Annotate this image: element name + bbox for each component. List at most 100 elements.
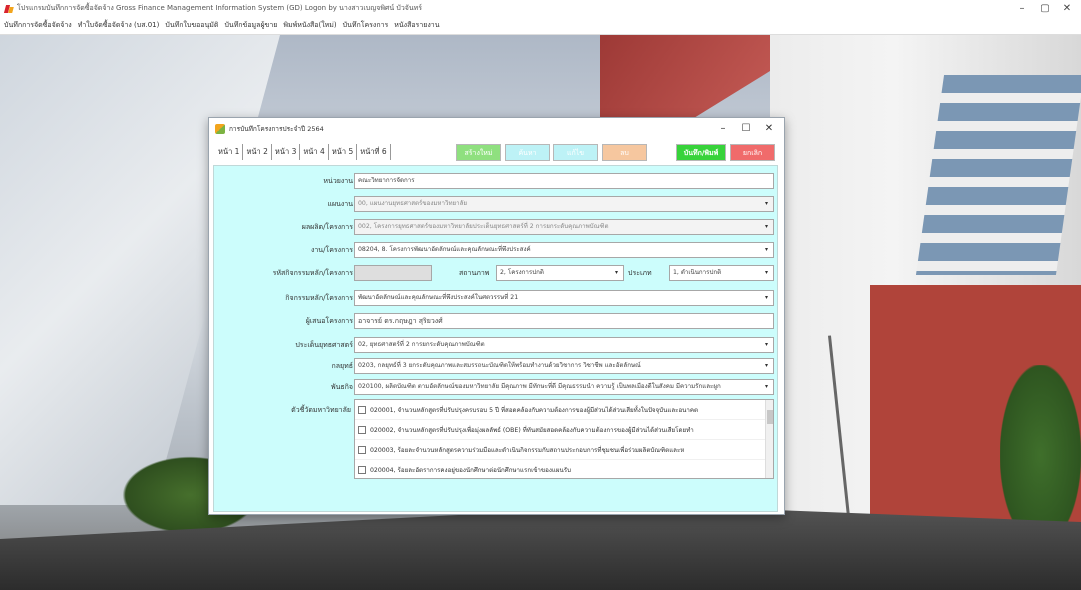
checkbox[interactable] — [358, 465, 366, 474]
row-activity-code: รหัสกิจกรรมหลัก/โครงการ สถานภาพ 2, โครงก… — [214, 265, 779, 281]
tab-page-6[interactable]: หน้าที่ 6 — [357, 144, 391, 160]
chevron-down-icon: ▾ — [765, 362, 769, 369]
dialog-title: การบันทึกโครงการประจำปี 2564 — [229, 125, 324, 133]
tactic-value: 0203, กลยุทธ์ที่ 3 ยกระดับคุณภาพและสมรรถ… — [358, 362, 641, 369]
chevron-down-icon: ▾ — [765, 294, 769, 301]
indicator-text: 020001, จำนวนหลักสูตรที่ปรับปรุงครบรอบ 5… — [370, 406, 699, 414]
app-logo-icon — [4, 4, 14, 14]
menu-item-approval[interactable]: บันทึกใบขออนุมัติ — [165, 20, 218, 31]
chevron-down-icon: ▾ — [765, 223, 769, 230]
background-tree — [1000, 365, 1081, 545]
tab-page-3[interactable]: หน้า 3 — [272, 144, 301, 160]
row-proposer: ผู้เสนอโครงการ อาจารย์ ดร.กฤษฎา สุริยวงศ… — [214, 313, 779, 329]
save-print-button[interactable]: บันทึก/พิมพ์ — [676, 144, 726, 161]
output-value: 002, โครงการยุทธศาสตร์ของมหาวิทยาลัยประเ… — [358, 223, 609, 230]
main-activity-select[interactable]: พัฒนาอัตลักษณ์และคุณลักษณะที่พึงประสงค์ใ… — [354, 290, 774, 306]
cancel-button[interactable]: ยกเลิก — [730, 144, 775, 161]
row-main-activity: กิจกรรมหลัก/โครงการ พัฒนาอัตลักษณ์และคุณ… — [214, 290, 779, 306]
project-form: หน่วยงาน คณะวิทยาการจัดการ แผนงาน 00, แผ… — [213, 165, 778, 512]
edit-button[interactable]: แก้ไข — [553, 144, 598, 161]
activity-code-field[interactable] — [354, 265, 432, 281]
menu-item-print[interactable]: พิมพ์หนังสือ(ใหม่) — [283, 20, 336, 31]
menu-item-purchase-record[interactable]: บันทึกการจัดซื้อจัดจ้าง — [4, 20, 72, 31]
row-strategy: ประเด็นยุทธศาสตร์ 02, ยุทธศาสตร์ที่ 2 กา… — [214, 337, 779, 353]
strategy-value: 02, ยุทธศาสตร์ที่ 2 การยกระดับคุณภาพบัณฑ… — [358, 341, 485, 348]
search-button[interactable]: ค้นหา — [505, 144, 550, 161]
dialog-titlebar: การบันทึกโครงการประจำปี 2564 – ☐ ✕ — [209, 118, 784, 140]
list-item[interactable]: 020004, ร้อยละอัตราการคงอยู่ของนักศึกษาต… — [355, 460, 773, 478]
proposer-value: อาจารย์ ดร.กฤษฎา สุริยวงศ์ — [358, 317, 443, 325]
unit-field[interactable]: คณะวิทยาการจัดการ — [354, 173, 774, 189]
activity-code-label: รหัสกิจกรรมหลัก/โครงการ — [272, 269, 353, 277]
menu-item-report[interactable]: หนังสือรายงาน — [394, 20, 439, 31]
background-windows — [915, 75, 1081, 275]
dialog-close-icon[interactable]: ✕ — [758, 122, 780, 136]
status-select[interactable]: 2, โครงการปกติ ▾ — [496, 265, 624, 281]
menu-item-vendor[interactable]: บันทึกข้อมูลผู้ขาย — [224, 20, 277, 31]
indicators-label: ตัวชี้วัดมหาวิทยาลัย — [291, 406, 351, 414]
chevron-down-icon: ▾ — [765, 269, 769, 276]
project-label: งาน/โครงการ — [310, 246, 353, 254]
row-mission: พันธกิจ 020100, ผลิตบัณฑิต ตามอัตลักษณ์ข… — [214, 379, 779, 395]
output-label: ผลผลิต/โครงการ — [301, 223, 353, 231]
menubar: บันทึกการจัดซื้อจัดจ้าง ทำใบจัดซื้อจัดจ้… — [0, 17, 1081, 35]
type-value: 1, ดำเนินการปกติ — [673, 269, 722, 276]
list-item[interactable]: 020001, จำนวนหลักสูตรที่ปรับปรุงครบรอบ 5… — [355, 400, 773, 420]
list-item[interactable]: 020002, จำนวนหลักสูตรที่ปรับปรุงเพื่อมุ่… — [355, 420, 773, 440]
chevron-down-icon: ▾ — [765, 246, 769, 253]
type-label: ประเภท — [628, 269, 652, 277]
app-title: โปรแกรมบันทึกการจัดซื้อจัดจ้าง Gross Fin… — [17, 4, 423, 12]
tab-page-5[interactable]: หน้า 5 — [329, 144, 358, 160]
project-select[interactable]: 08204, 8. โครงการพัฒนาอัตลักษณ์และคุณลัก… — [354, 242, 774, 258]
dialog-minimize-icon[interactable]: – — [712, 122, 734, 136]
indicator-text: 020003, ร้อยละจำนวนหลักสูตรความร่วมมือแล… — [370, 446, 685, 454]
project-dialog: การบันทึกโครงการประจำปี 2564 – ☐ ✕ หน้า … — [208, 117, 785, 515]
unit-label: หน่วยงาน — [323, 177, 353, 185]
mission-label: พันธกิจ — [330, 383, 353, 391]
project-value: 08204, 8. โครงการพัฒนาอัตลักษณ์และคุณลัก… — [358, 246, 531, 253]
close-icon[interactable]: ✕ — [1052, 2, 1081, 15]
strategy-select[interactable]: 02, ยุทธศาสตร์ที่ 2 การยกระดับคุณภาพบัณฑ… — [354, 337, 774, 353]
chevron-down-icon: ▾ — [765, 341, 769, 348]
row-project: งาน/โครงการ 08204, 8. โครงการพัฒนาอัตลัก… — [214, 242, 779, 258]
tab-page-1[interactable]: หน้า 1 — [215, 144, 244, 160]
row-plan: แผนงาน 00, แผนงานยุทธศาสตร์ของมหาวิทยาลั… — [214, 196, 779, 212]
tactic-select[interactable]: 0203, กลยุทธ์ที่ 3 ยกระดับคุณภาพและสมรรถ… — [354, 358, 774, 374]
chevron-down-icon: ▾ — [765, 200, 769, 207]
delete-button[interactable]: ลบ — [602, 144, 647, 161]
list-item[interactable]: 020003, ร้อยละจำนวนหลักสูตรความร่วมมือแล… — [355, 440, 773, 460]
status-value: 2, โครงการปกติ — [500, 269, 544, 276]
menu-item-purchase-form[interactable]: ทำใบจัดซื้อจัดจ้าง (บส.01) — [78, 20, 160, 31]
output-select[interactable]: 002, โครงการยุทธศาสตร์ของมหาวิทยาลัยประเ… — [354, 219, 774, 235]
mission-select[interactable]: 020100, ผลิตบัณฑิต ตามอัตลักษณ์ของมหาวิท… — [354, 379, 774, 395]
new-button[interactable]: สร้างใหม่ — [456, 144, 501, 161]
status-label: สถานภาพ — [459, 269, 490, 277]
tab-page-4[interactable]: หน้า 4 — [300, 144, 329, 160]
scrollbar-thumb[interactable] — [767, 410, 773, 424]
listbox-scrollbar[interactable] — [765, 400, 773, 478]
dialog-app-icon — [215, 124, 225, 134]
dialog-toolbar: หน้า 1 หน้า 2 หน้า 3 หน้า 4 หน้า 5 หน้าท… — [209, 140, 784, 164]
tab-page-2[interactable]: หน้า 2 — [243, 144, 272, 160]
plan-value: 00, แผนงานยุทธศาสตร์ของมหาวิทยาลัย — [358, 200, 468, 207]
app-titlebar: โปรแกรมบันทึกการจัดซื้อจัดจ้าง Gross Fin… — [0, 0, 1081, 17]
main-activity-value: พัฒนาอัตลักษณ์และคุณลักษณะที่พึงประสงค์ใ… — [358, 294, 519, 301]
dialog-maximize-icon[interactable]: ☐ — [735, 122, 757, 136]
type-select[interactable]: 1, ดำเนินการปกติ ▾ — [669, 265, 774, 281]
plan-select[interactable]: 00, แผนงานยุทธศาสตร์ของมหาวิทยาลัย ▾ — [354, 196, 774, 212]
chevron-down-icon: ▾ — [615, 269, 619, 276]
proposer-label: ผู้เสนอโครงการ — [305, 317, 353, 325]
checkbox[interactable] — [358, 445, 366, 454]
indicator-text: 020004, ร้อยละอัตราการคงอยู่ของนักศึกษาต… — [370, 466, 571, 474]
checkbox[interactable] — [358, 425, 366, 434]
tactic-label: กลยุทธ์ — [331, 362, 353, 370]
chevron-down-icon: ▾ — [765, 383, 769, 390]
proposer-input[interactable]: อาจารย์ ดร.กฤษฎา สุริยวงศ์ — [354, 313, 774, 329]
checkbox[interactable] — [358, 405, 366, 414]
unit-value: คณะวิทยาการจัดการ — [358, 177, 415, 184]
strategy-label: ประเด็นยุทธศาสตร์ — [295, 341, 353, 349]
mission-value: 020100, ผลิตบัณฑิต ตามอัตลักษณ์ของมหาวิท… — [358, 383, 721, 390]
indicators-listbox[interactable]: 020001, จำนวนหลักสูตรที่ปรับปรุงครบรอบ 5… — [354, 399, 774, 479]
menu-item-project[interactable]: บันทึกโครงการ — [343, 20, 389, 31]
row-unit: หน่วยงาน คณะวิทยาการจัดการ — [214, 173, 779, 189]
